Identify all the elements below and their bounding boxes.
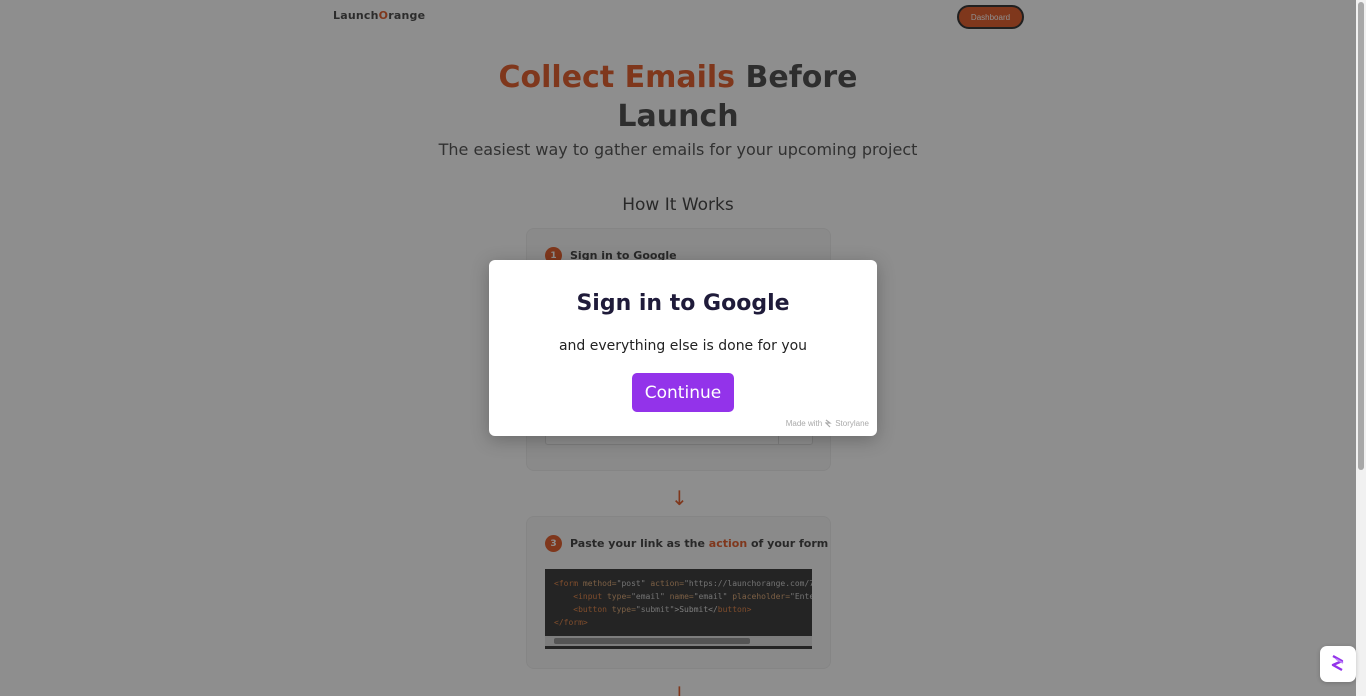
storylane-icon bbox=[1331, 654, 1344, 672]
modal-title: Sign in to Google bbox=[576, 291, 790, 316]
signin-modal: Sign in to Google and everything else is… bbox=[489, 260, 877, 436]
page-scrollbar[interactable] bbox=[1356, 0, 1366, 696]
made-with-storylane[interactable]: Made with Storylane bbox=[786, 419, 869, 428]
continue-button[interactable]: Continue bbox=[632, 373, 734, 412]
storylane-widget-button[interactable] bbox=[1320, 646, 1356, 682]
storylane-logo-icon bbox=[825, 419, 833, 428]
brand-label: Storylane bbox=[835, 419, 869, 428]
made-with-label: Made with bbox=[785, 419, 823, 428]
page-scrollbar-thumb[interactable] bbox=[1358, 2, 1364, 470]
modal-subtitle: and everything else is done for you bbox=[558, 338, 808, 354]
